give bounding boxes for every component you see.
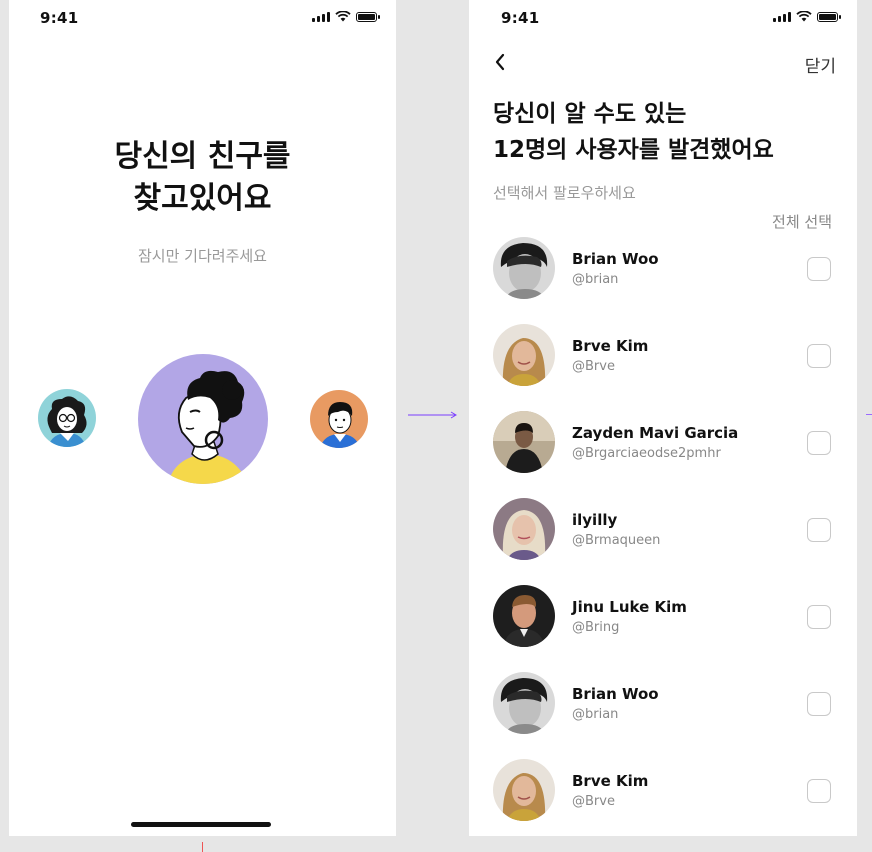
title-line-1: 당신의 친구를 [114, 139, 291, 174]
title-line-1: 당신이 알 수도 있는 [493, 101, 687, 127]
user-handle: @Brgarciaeodse2pmhr [572, 446, 721, 461]
user-row[interactable]: ilyilly @Brmaqueen [469, 498, 857, 562]
user-avatar [493, 411, 555, 473]
user-row[interactable]: Zayden Mavi Garcia @Brgarciaeodse2pmhr [469, 411, 857, 475]
avatar-illustration-main [138, 354, 268, 484]
title-line-2: 12명의 사용자를 발견했어요 [493, 137, 774, 163]
instruction-subtitle: 선택해서 팔로우하세요 [493, 184, 636, 202]
user-handle: @brian [572, 707, 619, 722]
follow-checkbox[interactable] [807, 257, 831, 281]
user-handle: @brian [572, 272, 619, 287]
user-handle: @Brmaqueen [572, 533, 661, 548]
flow-connector-mark [202, 842, 203, 852]
user-avatar [493, 237, 555, 299]
friend-results-screen: 9:41 닫기 당신이 알 수도 있는 12명의 사용자를 발견했어요 선택해서… [469, 0, 857, 836]
avatar-illustration-right [310, 390, 368, 448]
follow-checkbox[interactable] [807, 431, 831, 455]
user-avatar [493, 324, 555, 386]
user-name: Brian Woo [572, 685, 659, 703]
follow-checkbox[interactable] [807, 779, 831, 803]
user-avatar [493, 759, 555, 821]
loading-subtitle: 잠시만 기다려주세요 [138, 247, 267, 265]
avatar-illustration-left [38, 389, 96, 447]
home-indicator [131, 822, 271, 827]
user-name: Zayden Mavi Garcia [572, 424, 739, 442]
flow-connector-mark [866, 414, 872, 415]
wifi-icon [796, 11, 812, 22]
user-row[interactable]: Jinu Luke Kim @Bring [469, 585, 857, 649]
status-icons [312, 11, 380, 22]
status-time: 9:41 [501, 9, 540, 27]
finding-friends-screen: 9:41 당신의 친구를 찾고있어요 잠시만 기다려주세요 [9, 0, 396, 836]
battery-icon [817, 12, 841, 22]
follow-checkbox[interactable] [807, 518, 831, 542]
user-row[interactable]: Brian Woo @brian [469, 672, 857, 736]
user-name: Brian Woo [572, 250, 659, 268]
user-avatar [493, 672, 555, 734]
status-time: 9:41 [40, 9, 79, 27]
back-button[interactable] [489, 50, 513, 74]
signal-icon [773, 12, 791, 22]
follow-checkbox[interactable] [807, 605, 831, 629]
user-row[interactable]: Brve Kim @Brve [469, 759, 857, 823]
chevron-left-icon [495, 53, 505, 71]
user-handle: @Brve [572, 359, 615, 374]
user-handle: @Bring [572, 620, 620, 635]
user-row[interactable]: Brve Kim @Brve [469, 324, 857, 388]
follow-checkbox[interactable] [807, 692, 831, 716]
user-name: Brve Kim [572, 337, 649, 355]
user-avatar [493, 585, 555, 647]
wifi-icon [335, 11, 351, 22]
top-nav: 닫기 [469, 44, 857, 84]
flow-arrow-icon [408, 411, 457, 419]
user-row[interactable]: Brian Woo @brian [469, 237, 857, 301]
follow-checkbox[interactable] [807, 344, 831, 368]
user-name: Brve Kim [572, 772, 649, 790]
select-all-button[interactable]: 전체 선택 [772, 211, 832, 232]
close-button[interactable]: 닫기 [805, 52, 836, 77]
signal-icon [312, 12, 330, 22]
page-title: 당신의 친구를 찾고있어요 [9, 136, 396, 220]
user-handle: @Brve [572, 794, 615, 809]
battery-icon [356, 12, 380, 22]
page-title: 당신이 알 수도 있는 12명의 사용자를 발견했어요 [493, 96, 774, 168]
user-avatar [493, 498, 555, 560]
status-bar: 9:41 [9, 0, 396, 38]
status-icons [773, 11, 841, 22]
status-bar: 9:41 [469, 0, 857, 38]
user-name: Jinu Luke Kim [572, 598, 687, 616]
title-line-2: 찾고있어요 [133, 181, 272, 216]
user-name: ilyilly [572, 511, 618, 529]
